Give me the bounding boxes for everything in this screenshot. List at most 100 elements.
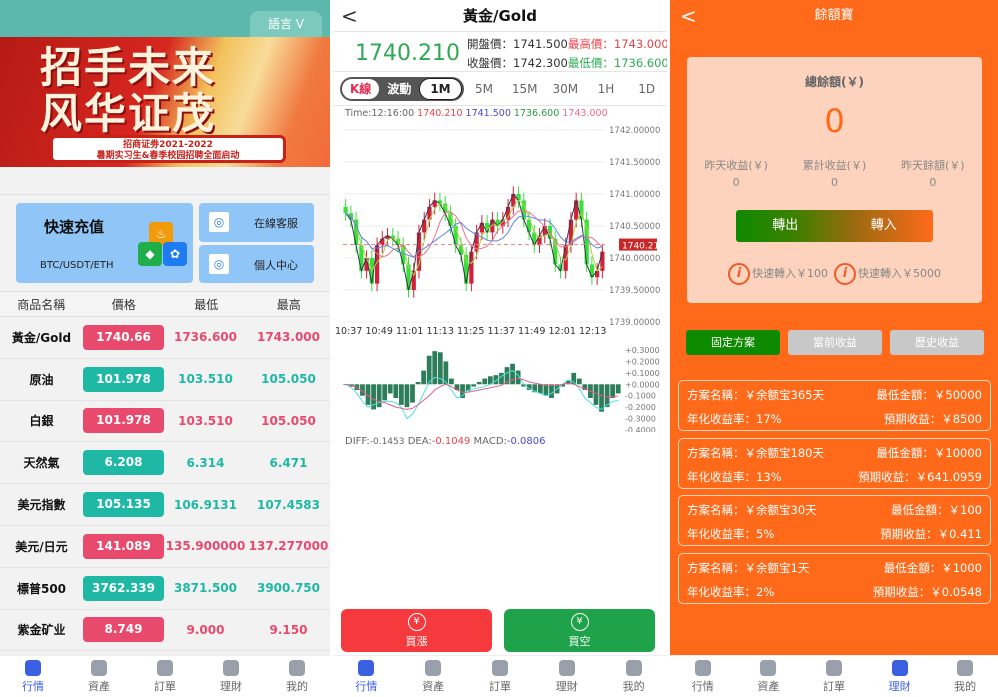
plan-card[interactable]: 方案名稱：￥余额宝1天 最低金額：￥1000 年化收益率：2% 預期收益：￥0.05… bbox=[678, 552, 991, 604]
candle bbox=[469, 251, 474, 284]
table-row[interactable]: 黃金/Gold 1740.66 1736.600 1743.000 bbox=[0, 317, 330, 359]
tab-label: 理財 bbox=[888, 680, 911, 693]
macd-bar bbox=[404, 384, 410, 408]
tab-profile[interactable]: 我的 bbox=[932, 656, 998, 697]
profile-icon bbox=[957, 660, 974, 676]
close-value: 1742.300 bbox=[513, 56, 568, 70]
tab-current-income[interactable]: 當前收益 bbox=[788, 330, 882, 355]
table-row[interactable]: 紫金矿业 8.749 9.000 9.150 bbox=[0, 610, 330, 652]
y-tick-label: 1739.50000 bbox=[609, 286, 660, 296]
tab-market[interactable]: 行情 bbox=[670, 656, 736, 697]
low-value: 6.314 bbox=[186, 455, 225, 470]
buy-down-button[interactable]: ¥ 買空 bbox=[504, 609, 655, 652]
macd-chart[interactable]: +0.3000 +0.2000 +0.1000 +0.0000 -0.1000 -0.20… bbox=[333, 342, 667, 432]
tab-market[interactable]: 行情 bbox=[333, 656, 400, 697]
assets-icon bbox=[760, 660, 777, 676]
y-tick-label: +0.0000 bbox=[625, 380, 660, 389]
period-1m[interactable]: 1M bbox=[419, 77, 462, 100]
plan-card[interactable]: 方案名稱：￥余额宝180天 最低金額：￥10000 年化收益率：13% 預期收益：￥… bbox=[678, 437, 991, 489]
language-button[interactable]: 語言 V bbox=[250, 11, 322, 37]
period-5m[interactable]: 5M bbox=[464, 82, 505, 96]
tab-kline[interactable]: K線 bbox=[342, 78, 380, 99]
time-label: Time: bbox=[345, 108, 372, 119]
banner-title-line2: 风华证茂 bbox=[40, 89, 217, 138]
plan-card[interactable]: 方案名稱：￥余额宝365天 最低金額：￥50000 年化收益率：17% 預期收益：￥… bbox=[678, 380, 991, 431]
quick-in-label: 快速轉入￥5000 bbox=[858, 267, 941, 280]
bottom-tabbar: 行情 資產 訂單 理財 我的 bbox=[670, 655, 998, 697]
info-icon: i bbox=[728, 263, 750, 285]
tab-profile[interactable]: 我的 bbox=[600, 656, 667, 697]
personal-center-link[interactable]: ◎ 個人中心 bbox=[199, 244, 314, 283]
y-tick-label: +0.1000 bbox=[625, 369, 660, 378]
assets-icon bbox=[425, 660, 442, 676]
table-row[interactable]: 美元指數 105.135 106.9131 107.4583 bbox=[0, 484, 330, 526]
table-row[interactable]: 原油 101.978 103.510 105.050 bbox=[0, 359, 330, 401]
tab-orders[interactable]: 訂單 bbox=[801, 656, 867, 697]
tab-market[interactable]: 行情 bbox=[0, 656, 66, 697]
table-row[interactable]: 美元/日元 141.089 135.900000 137.277000 bbox=[0, 526, 330, 568]
close-label: 收盤價： bbox=[467, 56, 513, 70]
high-value: 105.050 bbox=[261, 413, 316, 428]
quick-recharge-title: 快速充值 bbox=[44, 218, 105, 236]
dea-value: -0.1049 bbox=[431, 436, 471, 447]
period-1h[interactable]: 1H bbox=[586, 82, 627, 96]
table-row[interactable]: 標普500 3762.339 3871.500 3900.750 bbox=[0, 568, 330, 610]
banner-subtitle-line2: 暑期实习生&春季校园招聘全面启动 bbox=[96, 151, 240, 161]
transfer-out-button[interactable]: 轉出 bbox=[736, 210, 835, 242]
table-row[interactable]: 白銀 101.978 103.510 105.050 bbox=[0, 401, 330, 443]
high-value: 137.277000 bbox=[248, 539, 329, 554]
table-row[interactable]: 天然氣 6.208 6.314 6.471 bbox=[0, 442, 330, 485]
back-icon[interactable]: < bbox=[341, 4, 358, 28]
tab-orders[interactable]: 訂單 bbox=[132, 656, 198, 697]
transfer-in-button[interactable]: 轉入 bbox=[835, 210, 934, 242]
quick-recharge-card[interactable]: 快速充值 BTC/USDT/ETH ♨ ◆ ✿ bbox=[16, 203, 193, 283]
tab-wallet[interactable]: 理財 bbox=[533, 656, 600, 697]
tab-label: 行情 bbox=[691, 680, 714, 693]
tab-assets[interactable]: 資產 bbox=[736, 656, 802, 697]
quick-in-100[interactable]: i 快速轉入￥100 bbox=[728, 263, 828, 285]
kline-chart[interactable]: 1742.00000 1741.50000 1741.00000 1740.50000… bbox=[333, 122, 667, 337]
tab-wallet[interactable]: 理財 bbox=[867, 656, 933, 697]
high-value: 1743.000 bbox=[613, 37, 667, 51]
plan-expected: 預期收益：￥8500 bbox=[883, 412, 982, 426]
tab-history-income[interactable]: 歷史收益 bbox=[890, 330, 984, 355]
top-bar: 語言 V bbox=[0, 0, 330, 37]
yuan-down-icon: ¥ bbox=[570, 613, 589, 631]
buy-up-button[interactable]: ¥ 買漲 bbox=[341, 609, 492, 652]
market-screen: 語言 V 招手未来 风华证茂 招商证劵2021-2022 暑期实习生&春季校园招… bbox=[0, 0, 330, 697]
promo-banner[interactable]: 招手未来 风华证茂 招商证劵2021-2022 暑期实习生&春季校园招聘全面启动 bbox=[0, 37, 330, 167]
period-15m[interactable]: 15M bbox=[504, 82, 545, 96]
tab-profile[interactable]: 我的 bbox=[264, 656, 330, 697]
high-label: 最高價： bbox=[567, 37, 614, 51]
customer-service-link[interactable]: ◎ 在線客服 bbox=[199, 203, 314, 242]
y-tick-label: 1742.00000 bbox=[609, 126, 660, 136]
tab-assets[interactable]: 資產 bbox=[66, 656, 132, 697]
macd-bar bbox=[410, 384, 415, 403]
tab-label: 資產 bbox=[422, 680, 445, 693]
plan-card[interactable]: 方案名稱：￥余额宝30天 最低金額：￥100 年化收益率：5% 預期收益：￥0.41… bbox=[678, 495, 991, 546]
open-label: 開盤價： bbox=[467, 37, 513, 51]
y-tick-label: +0.2000 bbox=[625, 357, 660, 366]
tab-assets[interactable]: 資產 bbox=[400, 656, 467, 697]
banner-title-line1: 招手未来 bbox=[40, 43, 217, 92]
tab-label: 我的 bbox=[622, 680, 645, 693]
tab-orders[interactable]: 訂單 bbox=[467, 656, 534, 697]
tab-label: 我的 bbox=[954, 680, 977, 693]
period-30m[interactable]: 30M bbox=[545, 82, 586, 96]
headset-icon: ◎ bbox=[209, 212, 229, 232]
back-icon[interactable]: < bbox=[680, 4, 697, 28]
tab-fixed-plan[interactable]: 固定方案 bbox=[686, 330, 780, 355]
period-1d[interactable]: 1D bbox=[626, 82, 667, 96]
quick-in-5000[interactable]: i 快速轉入￥5000 bbox=[834, 263, 941, 285]
quick-in-label: 快速轉入￥100 bbox=[752, 267, 828, 280]
plan-min: 最低金額：￥1000 bbox=[883, 560, 982, 575]
bottom-tabbar: 行情 資產 訂單 理財 我的 bbox=[0, 655, 330, 697]
tab-wave[interactable]: 波動 bbox=[379, 80, 419, 97]
period-bar: K線 波動 1M 5M 15M 30M 1H 1D bbox=[333, 72, 667, 106]
commodity-name: 黃金/Gold bbox=[11, 330, 72, 345]
kline-open: 1741.500 bbox=[465, 108, 511, 119]
quote-line-1: 開盤價：1741.500最高價：1743.000 bbox=[467, 36, 667, 52]
high-value: 3900.750 bbox=[256, 581, 320, 596]
tab-wallet[interactable]: 理財 bbox=[198, 656, 264, 697]
x-tick-label: 12:01 bbox=[549, 326, 576, 337]
